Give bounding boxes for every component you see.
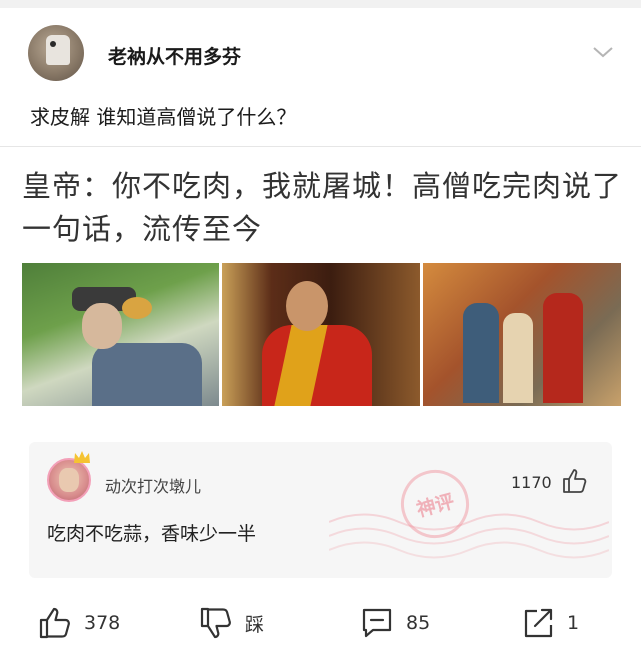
like-count: 378 (84, 612, 121, 634)
comment-button[interactable]: 85 (360, 605, 430, 641)
image-figure (463, 303, 499, 403)
share-icon (524, 608, 553, 638)
top-comment-card[interactable]: 神评 动次打次墩儿 1170 吃肉不吃蒜，香味少一半 (29, 442, 612, 578)
image-gourd (122, 297, 152, 319)
commenter-username[interactable]: 动次打次墩儿 (105, 473, 201, 497)
avatar-face (59, 468, 79, 492)
avatar-figure (46, 35, 70, 65)
comment-like-icon[interactable] (562, 468, 588, 498)
top-comment-text: 吃肉不吃蒜，香味少一半 (47, 523, 257, 545)
embedded-article-title[interactable]: 皇帝：你不吃肉，我就屠城！高僧吃完肉说了一句话，流传至今 (22, 165, 622, 251)
stamp-wave-decoration (329, 513, 609, 559)
image-head (82, 303, 122, 349)
avatar-eye (50, 41, 56, 47)
thumbs-up-icon (39, 607, 70, 639)
chevron-down-icon[interactable] (592, 44, 614, 63)
image-robe (92, 343, 202, 406)
comment-icon (362, 608, 392, 638)
article-image-emperor[interactable] (22, 263, 219, 406)
embed-divider (0, 146, 641, 147)
article-image-painting[interactable] (423, 263, 621, 406)
comment-like-count: 1170 (511, 473, 552, 492)
user-avatar[interactable] (28, 25, 84, 81)
like-button[interactable]: 378 (38, 605, 120, 641)
thumbs-down-icon (200, 607, 231, 639)
dislike-label: 踩 (245, 613, 265, 636)
image-figure (503, 313, 533, 403)
image-figure (543, 293, 583, 403)
article-image-monk[interactable] (222, 263, 420, 406)
share-count: 1 (567, 612, 580, 634)
share-button[interactable]: 1 (521, 605, 579, 641)
image-head (286, 281, 328, 331)
crown-icon (73, 449, 91, 468)
post-text: 求皮解 谁知道高僧说了什么？ (30, 105, 297, 129)
top-separator (0, 0, 641, 8)
dislike-button[interactable]: 踩 (199, 605, 264, 641)
post-username[interactable]: 老衲从不用多芬 (108, 42, 241, 69)
comment-count: 85 (406, 612, 431, 634)
